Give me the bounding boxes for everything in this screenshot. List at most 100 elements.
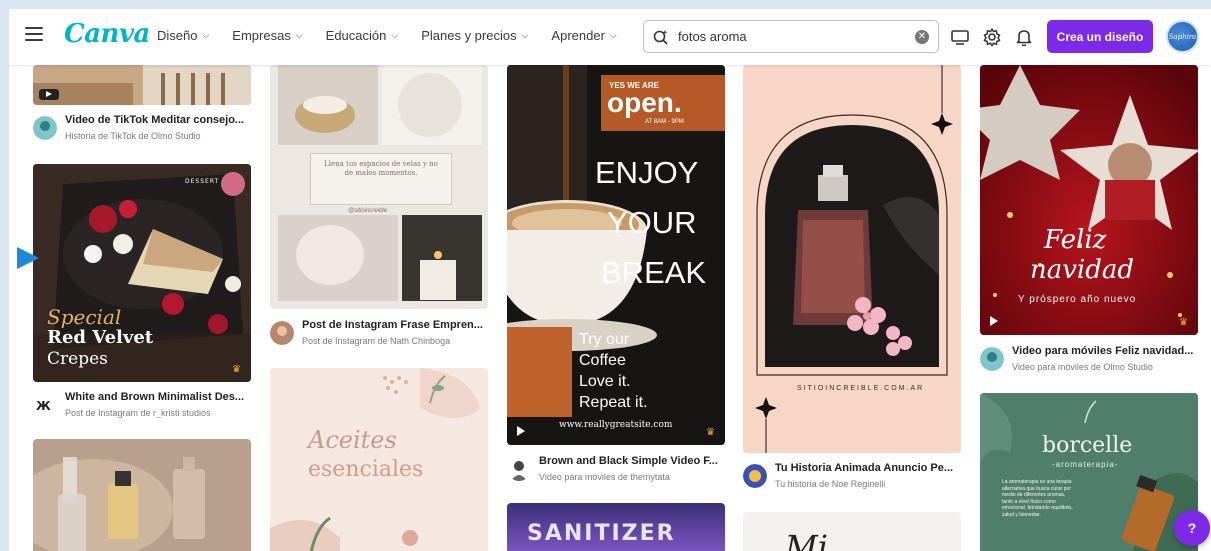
template-title[interactable]: White and Brown Minimalist Des... bbox=[65, 391, 253, 403]
nav-empresas[interactable]: Empresas ⌵ bbox=[232, 28, 302, 43]
crown-icon: ♛ bbox=[706, 427, 715, 438]
template-author[interactable]: Video para móviles de Olmo Studio bbox=[1012, 362, 1200, 372]
create-design-button[interactable]: Crea un diseño bbox=[1047, 20, 1153, 53]
nav-label: Educación bbox=[325, 28, 387, 43]
search-box: ✕ bbox=[643, 20, 939, 53]
template-card-sanitizer[interactable]: SANITIZER bbox=[507, 503, 725, 551]
prospero-text: Y próspero año nuevo bbox=[1018, 294, 1137, 305]
sanitizer-text: SANITIZER bbox=[527, 521, 676, 546]
crepes-text: Crepes bbox=[47, 349, 108, 369]
creator-avatar bbox=[507, 457, 531, 481]
enjoy-text: ENJOY bbox=[595, 155, 699, 190]
bell-icon[interactable] bbox=[1013, 26, 1035, 48]
template-meta: Tu Historia Animada Anuncio Pe... Tu his… bbox=[743, 462, 965, 496]
nav-educacion[interactable]: Educación ⌵ bbox=[326, 28, 399, 43]
search-input[interactable] bbox=[678, 29, 908, 44]
open-badge-big: open. bbox=[607, 87, 682, 118]
template-card-tiktok-meditar[interactable] bbox=[33, 65, 251, 105]
creator-avatar bbox=[33, 116, 57, 140]
template-meta: Video para móviles Feliz navidad... Vide… bbox=[980, 345, 1202, 379]
play-icon bbox=[990, 316, 998, 326]
template-card-navidad[interactable]: Feliz navidad Y próspero año nuevo ♛ bbox=[980, 65, 1198, 335]
template-meta: Video de TikTok Meditar consejo... Histo… bbox=[33, 114, 255, 148]
open-badge-time: AT 8AM - 9PM bbox=[645, 119, 684, 125]
template-card-post-velas[interactable]: Llena tus espacios de velas y no de malo… bbox=[270, 65, 488, 309]
nav-aprender[interactable]: Aprender ⌵ bbox=[551, 28, 616, 43]
perfume-bottles-photo bbox=[33, 439, 251, 551]
borcelle-desc: La aromaterapia es una terapia alternati… bbox=[1002, 479, 1073, 518]
help-button[interactable]: ? bbox=[1174, 510, 1210, 546]
play-icon bbox=[517, 426, 525, 436]
aromatherapy-photo bbox=[980, 393, 1198, 551]
avatar[interactable]: Saphira bbox=[1166, 20, 1199, 53]
template-card-coffee[interactable]: YES WE ARE open. AT 8AM - 9PM ENJOY YOUR… bbox=[507, 65, 725, 445]
site-text: www.reallygreatsite.com bbox=[559, 420, 673, 430]
nav-label: Diseño bbox=[157, 28, 198, 43]
handle-text: @sitioincreible bbox=[348, 208, 388, 214]
template-card-aceites[interactable]: Aceites esenciales bbox=[270, 368, 488, 551]
menu-icon[interactable] bbox=[25, 27, 43, 41]
template-title[interactable]: Tu Historia Animada Anuncio Pe... bbox=[775, 462, 963, 474]
magic-search-icon[interactable] bbox=[652, 28, 670, 46]
template-author[interactable]: Post de Instagram de Nath Chiriboga bbox=[302, 336, 490, 346]
clear-search-icon[interactable]: ✕ bbox=[915, 30, 929, 44]
template-author[interactable]: Historia de TikTok de Olmo Studio bbox=[65, 131, 253, 141]
nav-label: Planes y precios bbox=[421, 28, 517, 43]
cursor-pointer-icon bbox=[17, 247, 39, 269]
borcelle-brand: borcelle bbox=[1042, 433, 1133, 458]
nav-label: Empresas bbox=[232, 28, 291, 43]
top-bar: Canva Diseño ⌵ Empresas ⌵ Educación ⌵ Plane… bbox=[9, 9, 1211, 65]
template-title[interactable]: Post de Instagram Frase Empren... bbox=[302, 319, 490, 331]
your-text: YOUR bbox=[607, 205, 697, 240]
chevron-down-icon: ⌵ bbox=[609, 30, 617, 40]
chevron-down-icon: ⌵ bbox=[295, 30, 303, 40]
wood-decor-image bbox=[33, 65, 251, 105]
try-line: Try our bbox=[579, 331, 630, 348]
creator-avatar bbox=[743, 464, 767, 488]
break-text: BREAK bbox=[601, 255, 707, 290]
crown-icon: ♛ bbox=[1179, 317, 1188, 328]
canva-logo[interactable]: Canva bbox=[64, 19, 150, 49]
svg-text:Ж: Ж bbox=[36, 399, 51, 413]
template-card-perfume-photo[interactable] bbox=[33, 439, 251, 551]
main-nav: Diseño ⌵ Empresas ⌵ Educación ⌵ Planes y pr… bbox=[157, 28, 640, 43]
chevron-down-icon: ⌵ bbox=[202, 30, 210, 40]
template-author[interactable]: Tu historia de Noe Reginelli bbox=[775, 479, 963, 489]
navidad-text: navidad bbox=[1030, 255, 1135, 285]
site-text: SITIOINCREIBLE.COM.AR bbox=[797, 385, 925, 392]
template-meta: Brown and Black Simple Video F... Video … bbox=[507, 455, 729, 489]
creator-avatar: Ж bbox=[33, 393, 57, 417]
quote-card: Llena tus espacios de velas y no de malo… bbox=[310, 153, 452, 205]
chevron-down-icon: ⌵ bbox=[521, 30, 529, 40]
gear-icon[interactable] bbox=[981, 26, 1003, 48]
mi-text: Mi bbox=[785, 528, 828, 551]
creator-avatar bbox=[270, 321, 294, 345]
try-line: Repeat it. bbox=[579, 394, 648, 411]
template-meta: Ж White and Brown Minimalist Des... Post… bbox=[33, 391, 255, 425]
try-line: Coffee bbox=[579, 352, 626, 369]
nav-diseno[interactable]: Diseño ⌵ bbox=[157, 28, 209, 43]
chevron-down-icon: ⌵ bbox=[391, 30, 399, 40]
canva-window: Canva Diseño ⌵ Empresas ⌵ Educación ⌵ Plane… bbox=[9, 9, 1211, 551]
esenciales-title: esenciales bbox=[308, 457, 424, 482]
borcelle-tag: -aromaterapia- bbox=[1052, 460, 1119, 469]
template-meta: Post de Instagram Frase Empren... Post d… bbox=[270, 319, 492, 353]
template-author[interactable]: Video para móviles de themytata bbox=[539, 472, 727, 482]
crown-icon: ♛ bbox=[232, 364, 241, 375]
desktop-app-icon[interactable] bbox=[949, 26, 971, 48]
template-card-perfume[interactable]: SITIOINCREIBLE.COM.AR bbox=[743, 65, 961, 453]
template-title[interactable]: Video de TikTok Meditar consejo... bbox=[65, 114, 253, 126]
template-card-borcelle[interactable]: borcelle -aromaterapia- La aromaterapia … bbox=[980, 393, 1198, 551]
template-title[interactable]: Brown and Black Simple Video F... bbox=[539, 455, 727, 467]
perfume-arch-art bbox=[743, 65, 961, 453]
template-card-red-velvet[interactable]: DESSERT Special Red Velvet Crepes ♛ bbox=[33, 164, 251, 382]
brand-text: DESSERT bbox=[185, 178, 220, 185]
template-card-mi[interactable]: Mi bbox=[743, 512, 961, 551]
red-velvet-text: Red Velvet bbox=[47, 327, 154, 348]
try-text: Try our Coffee Love it. Repeat it. bbox=[579, 329, 647, 413]
template-author[interactable]: Post de Instagram de r_kristi studios bbox=[65, 408, 253, 418]
special-text: Special bbox=[47, 305, 122, 329]
nav-planes[interactable]: Planes y precios ⌵ bbox=[421, 28, 528, 43]
try-line: Love it. bbox=[579, 373, 631, 390]
template-title[interactable]: Video para móviles Feliz navidad... bbox=[1012, 345, 1200, 357]
